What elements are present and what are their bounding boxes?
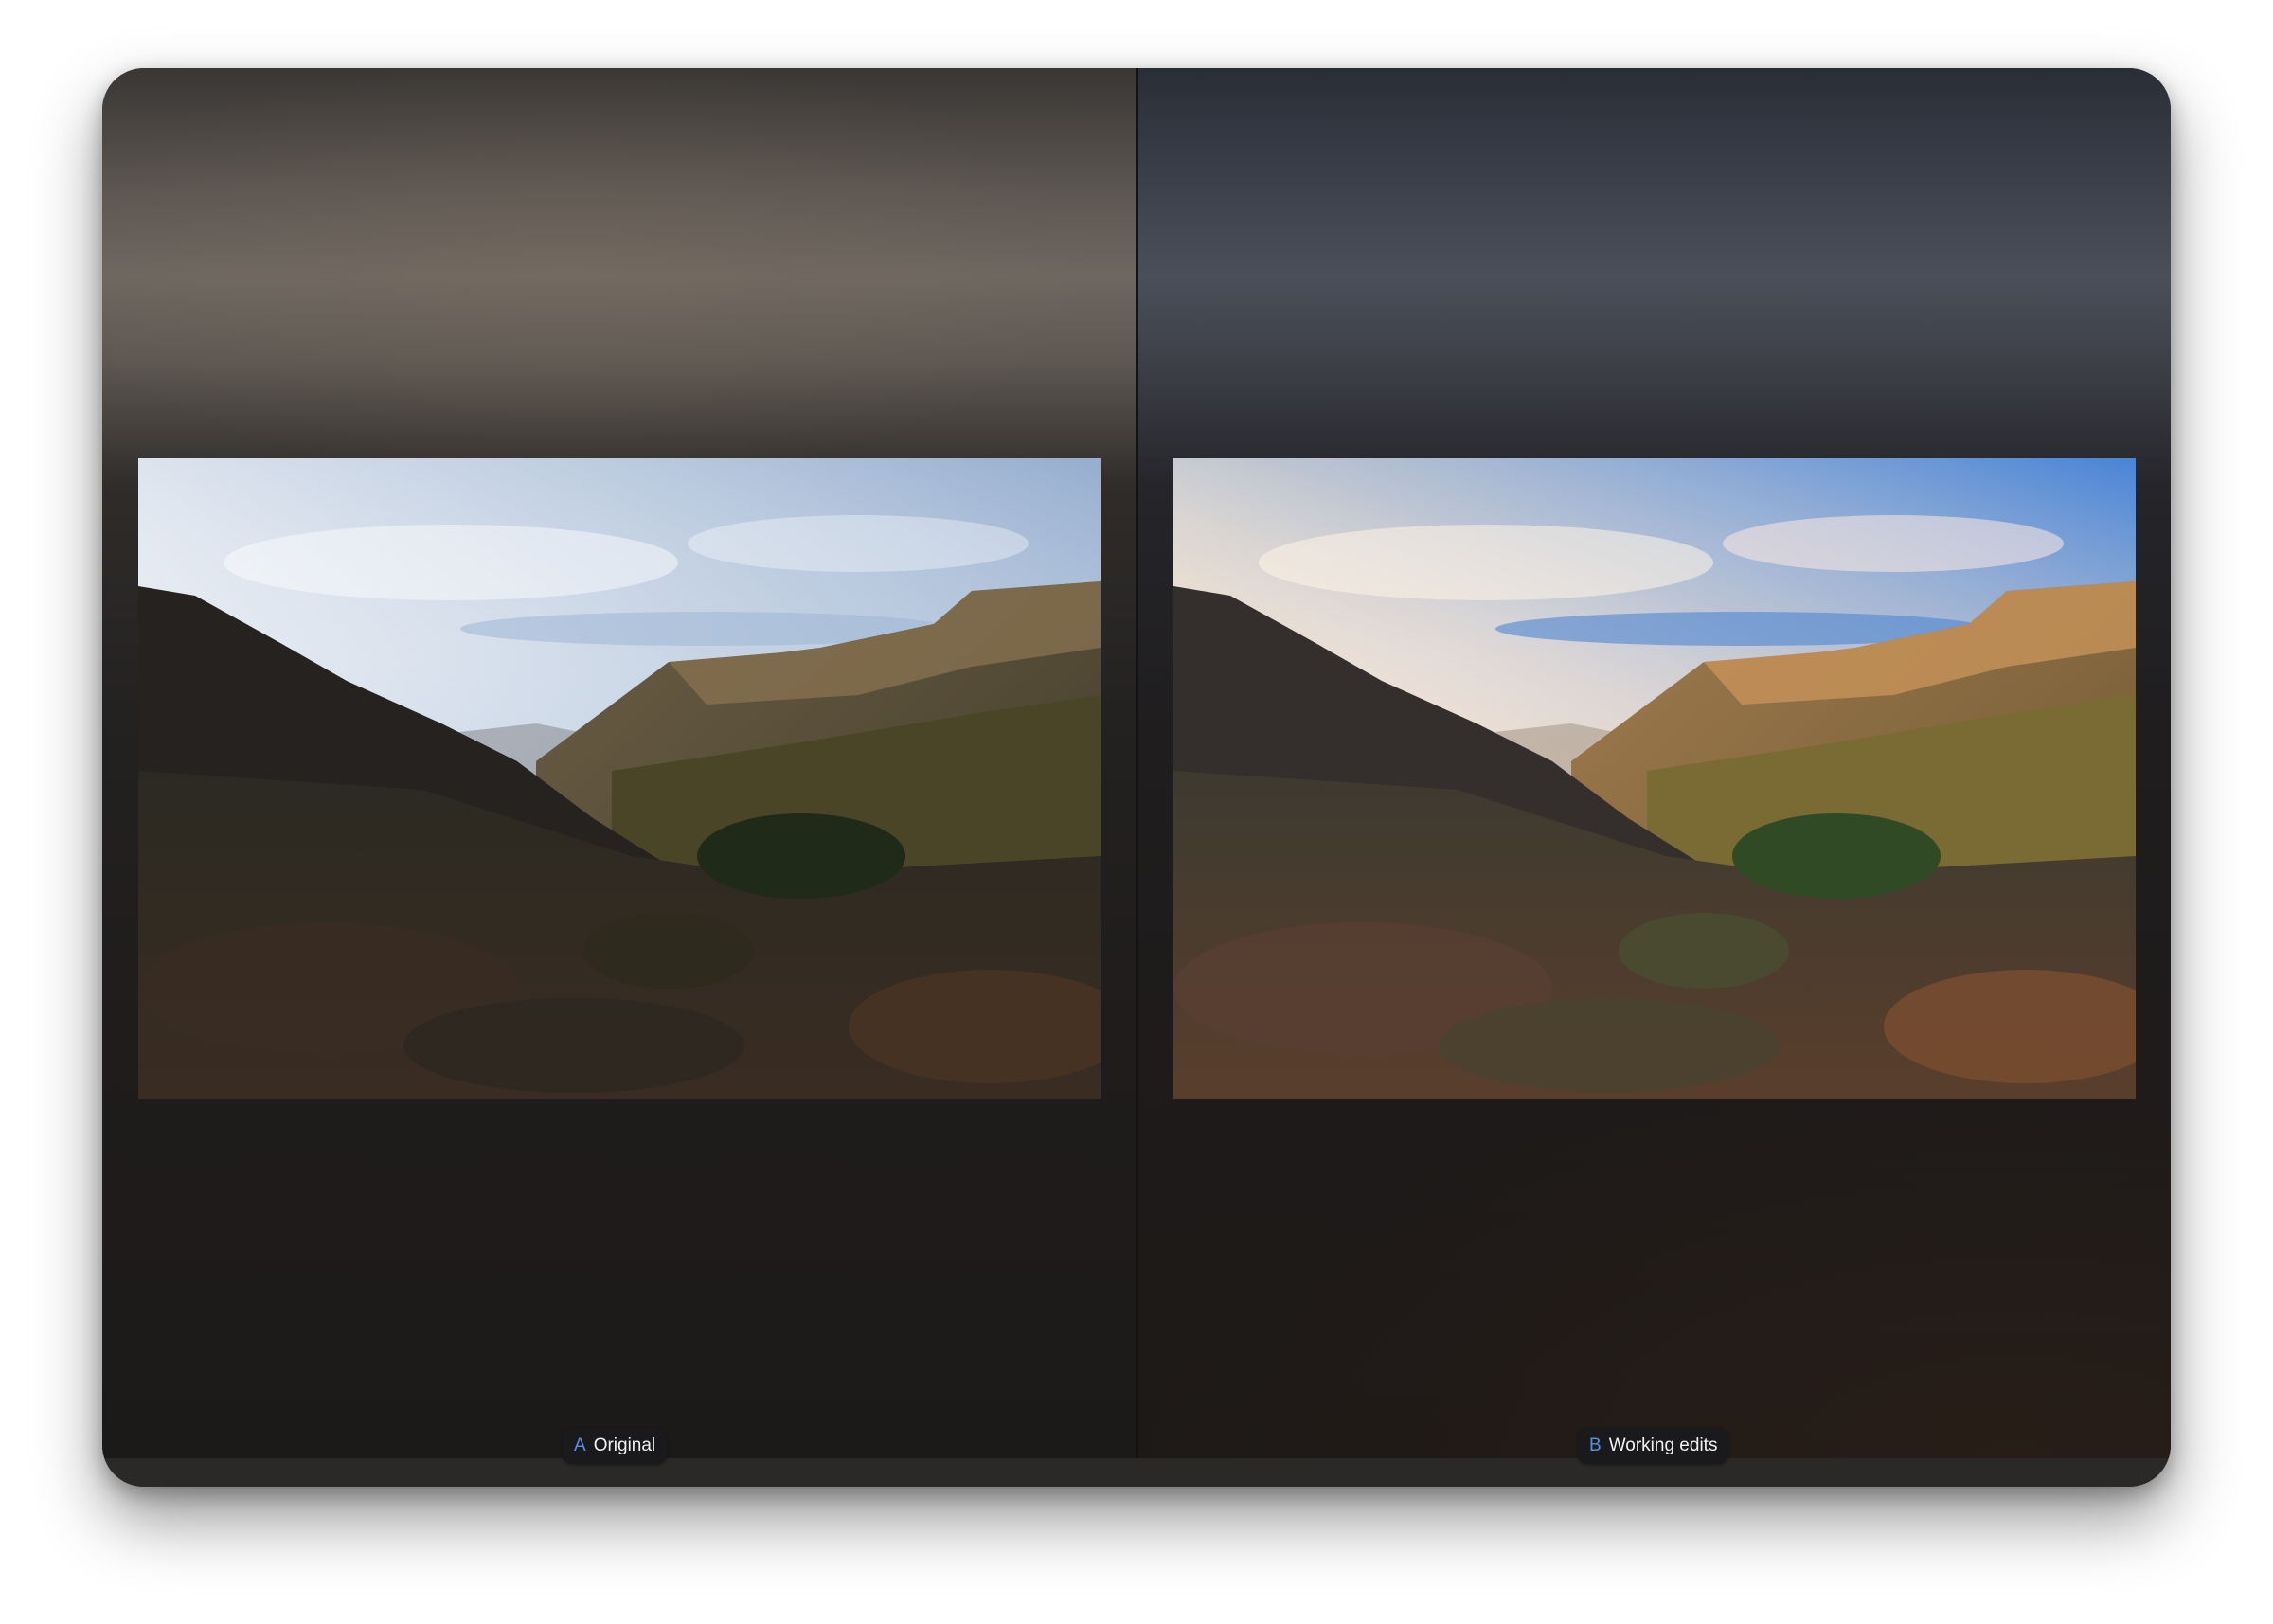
pane-label-working-edits: B Working edits: [1578, 1428, 1729, 1464]
split-divider[interactable]: [1136, 68, 1138, 1458]
photo-original: [138, 458, 1101, 1099]
photo-working-edits: [1173, 458, 2136, 1099]
landscape-image-working-edits: [1173, 458, 2136, 1099]
landscape-image-original: [138, 458, 1101, 1099]
pane-title-original: Original: [593, 1436, 656, 1455]
pane-letter-a: A: [574, 1436, 586, 1455]
pane-title-working-edits: Working edits: [1608, 1436, 1718, 1455]
pane-label-original: A Original: [563, 1428, 668, 1464]
compare-window: A Original B Working edits: [102, 68, 2171, 1487]
window-bottom-bar: [102, 1458, 2171, 1487]
pane-letter-b: B: [1589, 1436, 1602, 1455]
